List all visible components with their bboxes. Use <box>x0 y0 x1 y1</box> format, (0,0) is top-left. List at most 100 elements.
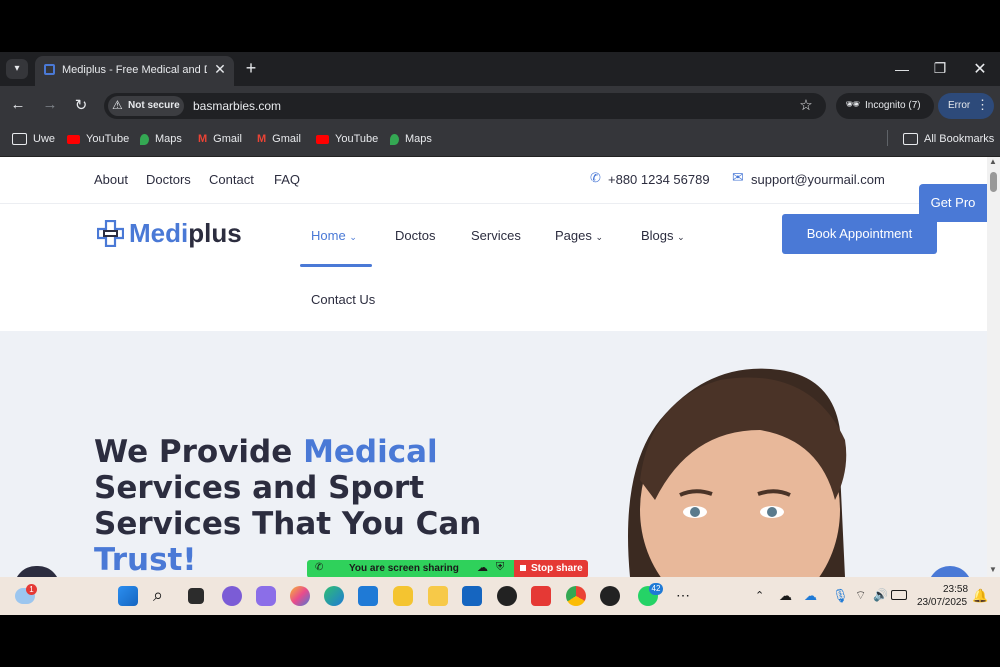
windows-start-icon[interactable] <box>118 586 138 606</box>
bookmark-label: YouTube <box>335 133 379 145</box>
onedrive-blue-icon[interactable]: ☁ <box>804 588 817 604</box>
new-tab-button[interactable]: + <box>243 58 259 79</box>
chevron-down-icon: ⌄ <box>349 232 357 242</box>
tab-title: Mediplus - Free Medical and Do <box>62 64 207 76</box>
logo-text[interactable]: Mediplus <box>129 218 242 249</box>
site-favicon <box>44 64 55 75</box>
copilot-icon[interactable] <box>256 586 276 606</box>
folder-icon <box>903 133 918 145</box>
meet-icon[interactable] <box>222 586 242 606</box>
close-tab-icon[interactable]: ✕ <box>213 61 227 78</box>
bookmark-gmail[interactable]: M Gmail <box>257 131 301 147</box>
clock-time[interactable]: 23:58 <box>943 584 968 595</box>
top-link-faq[interactable]: FAQ <box>274 172 300 187</box>
phone-icon: ✆ <box>590 170 601 185</box>
scroll-up-arrow[interactable]: ▲ <box>989 157 997 166</box>
top-link-contact[interactable]: Contact <box>209 172 254 187</box>
media-player-icon[interactable] <box>600 586 620 606</box>
menu-kebab-icon[interactable]: ⋮ <box>976 97 989 113</box>
nav-pages-label: Pages <box>555 228 592 243</box>
wifi-icon[interactable]: ⌔ <box>855 588 866 603</box>
colorful-app-icon[interactable] <box>290 586 310 606</box>
nav-blogs[interactable]: Blogs ⌄ <box>641 228 685 243</box>
logo-icon <box>96 219 125 248</box>
outlook-icon[interactable] <box>462 586 482 606</box>
bookmark-gmail[interactable]: M Gmail <box>198 131 242 147</box>
edge-icon[interactable] <box>324 586 344 606</box>
hero-headline: We Provide Medical Services and Sport Se… <box>94 434 594 578</box>
nav-contact-us[interactable]: Contact Us <box>311 292 375 307</box>
restore-icon[interactable]: ❐ <box>933 60 947 77</box>
hero-line-1: We Provide Medical <box>94 434 594 470</box>
nav-doctos[interactable]: Doctos <box>395 228 435 243</box>
chevron-down-icon: ⌄ <box>595 232 604 242</box>
whatsapp-badge: 42 <box>649 583 663 595</box>
obs-icon[interactable] <box>497 586 517 606</box>
chevron-down-icon: ⌄ <box>677 232 685 242</box>
email-link[interactable]: support@yourmail.com <box>751 172 885 187</box>
gmail-icon: M <box>198 133 208 145</box>
minimize-icon[interactable]: — <box>895 61 909 77</box>
maps-icon <box>390 133 399 145</box>
logo-text-plus: plus <box>188 218 242 248</box>
top-link-about[interactable]: About <box>94 172 128 187</box>
nav-active-indicator <box>300 264 372 267</box>
youtube-icon <box>67 134 80 144</box>
nav-home[interactable]: Home ⌄ <box>311 228 357 243</box>
weather-badge: 1 <box>26 584 37 595</box>
scroll-down-arrow[interactable]: ▼ <box>989 565 997 574</box>
nav-home-label: Home <box>311 228 346 243</box>
bookmark-label: Gmail <box>213 133 242 145</box>
clock-date[interactable]: 23/07/2025 <box>917 597 967 608</box>
book-appointment-button[interactable]: Book Appointment <box>782 214 937 254</box>
mail-icon: ✉ <box>732 169 744 185</box>
cloud-icon: ☁ <box>477 562 488 574</box>
tab-search-button[interactable]: ▾ <box>6 59 28 79</box>
store-icon[interactable] <box>358 586 378 606</box>
bookmark-maps[interactable]: Maps <box>390 131 432 147</box>
wps-icon[interactable] <box>531 586 551 606</box>
hero-line-1-a: We Provide <box>94 434 304 470</box>
bookmark-uwe[interactable]: Uwe <box>12 131 55 147</box>
incognito-icon: 🕶 <box>845 97 861 111</box>
bookmark-label: Gmail <box>272 133 301 145</box>
folder-icon <box>12 133 27 145</box>
bookmark-label: Maps <box>155 133 182 145</box>
gmail-icon: M <box>257 133 267 145</box>
phone-number[interactable]: +880 1234 56789 <box>608 172 710 187</box>
hand-app-icon[interactable] <box>393 586 413 606</box>
chrome-icon[interactable] <box>566 586 586 606</box>
all-bookmarks[interactable]: All Bookmarks <box>903 131 994 147</box>
incognito-label: Incognito (7) <box>865 100 921 111</box>
all-bookmarks-label: All Bookmarks <box>924 133 995 145</box>
nav-services[interactable]: Services <box>471 228 521 243</box>
scrollbar-thumb[interactable] <box>990 172 997 192</box>
page-scrollbar[interactable] <box>987 157 1000 577</box>
search-icon[interactable]: ⌕ <box>153 585 163 606</box>
more-apps-icon[interactable]: ⋯ <box>676 587 690 604</box>
bookmark-maps[interactable]: Maps <box>140 131 182 147</box>
onedrive-icon[interactable]: ☁ <box>779 588 792 604</box>
forward-icon[interactable]: → <box>42 96 58 113</box>
chevron-up-icon[interactable]: ⌃ <box>755 589 764 602</box>
task-view-icon[interactable] <box>188 588 204 604</box>
back-icon[interactable]: ← <box>10 96 26 113</box>
notification-bell-icon[interactable]: 🔔 <box>972 588 988 604</box>
reload-icon[interactable]: ↻ <box>73 96 89 114</box>
nav-pages[interactable]: Pages ⌄ <box>555 228 603 243</box>
close-window-icon[interactable]: ✕ <box>972 59 988 79</box>
volume-icon[interactable]: 🔊 <box>873 588 888 602</box>
top-link-doctors[interactable]: Doctors <box>146 172 191 187</box>
microphone-icon[interactable]: 🎙 <box>832 588 849 604</box>
bookmark-youtube[interactable]: YouTube <box>67 131 129 147</box>
battery-icon[interactable] <box>891 590 907 600</box>
nav-blogs-label: Blogs <box>641 228 674 243</box>
file-explorer-icon[interactable] <box>428 586 448 606</box>
bookmark-youtube[interactable]: YouTube <box>316 131 378 147</box>
logo-text-medi: Medi <box>129 218 189 248</box>
bookmarks-divider <box>887 130 888 146</box>
security-label: Not secure <box>128 100 180 111</box>
bookmark-star-icon[interactable]: ☆ <box>798 96 814 114</box>
warning-icon: ⚠ <box>112 98 123 112</box>
url-text: basmarbies.com <box>193 99 282 113</box>
